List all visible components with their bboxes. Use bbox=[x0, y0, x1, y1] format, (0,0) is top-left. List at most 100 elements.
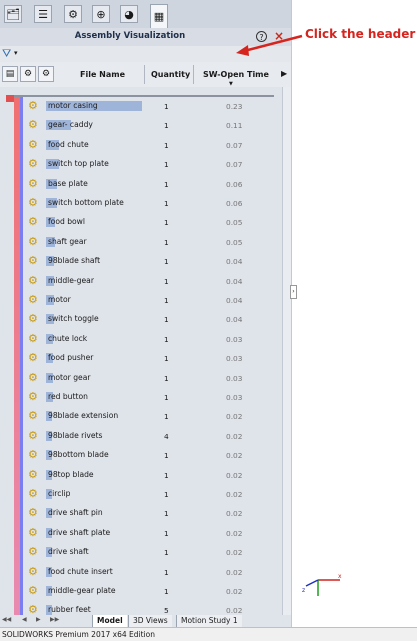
list-item[interactable]: ⚙ switch top plate 1 0.07 bbox=[24, 155, 274, 174]
quantity-cell: 1 bbox=[164, 296, 169, 305]
tab-model[interactable]: Model bbox=[92, 615, 127, 627]
display-manager-tab[interactable]: ◕ bbox=[120, 5, 138, 23]
assembly-visualization-panel: 🗂 ☰ ⚙ ⊕ ◕ ▦ Assembly Visualization ? × ⛛… bbox=[0, 0, 291, 627]
part-icon: ⚙ bbox=[28, 603, 38, 615]
file-name-cell: red button bbox=[48, 392, 88, 401]
file-name-cell: chute lock bbox=[48, 333, 88, 343]
panel-splitter-handle[interactable]: › bbox=[290, 285, 297, 299]
column-separator[interactable] bbox=[144, 65, 145, 84]
column-header-file-name[interactable]: File Name bbox=[80, 70, 125, 79]
part-icon: ⚙ bbox=[28, 428, 38, 442]
configuration-manager-tab[interactable]: ⚙ bbox=[64, 5, 82, 23]
quantity-cell: 1 bbox=[164, 354, 169, 364]
list-view-button[interactable]: ▤ bbox=[2, 66, 18, 82]
file-name-cell: motor gear bbox=[48, 372, 91, 382]
slider-marker[interactable] bbox=[6, 95, 14, 102]
first-tab-arrow-icon[interactable]: ◀◀ bbox=[2, 616, 11, 623]
list-item[interactable]: ⚙ switch toggle 1 0.04 bbox=[24, 310, 274, 329]
open-time-cell: 0.02 bbox=[226, 587, 243, 596]
filter-icon[interactable]: ⛛ bbox=[2, 47, 11, 61]
column-header-sw-open-time[interactable]: SW-Open Time bbox=[203, 70, 269, 79]
assembly-visualization-icon: ▦ bbox=[153, 10, 165, 23]
part-icon: ⚙ bbox=[28, 467, 38, 481]
open-time-cell: 0.03 bbox=[226, 354, 243, 364]
open-time-cell: 0.02 bbox=[226, 567, 243, 577]
list-item[interactable]: ⚙ red button 1 0.03 bbox=[24, 388, 274, 407]
list-item[interactable]: ⚙ switch bottom plate 1 0.06 bbox=[24, 194, 274, 213]
list-item[interactable]: ⚙ rubber feet 5 0.02 bbox=[24, 601, 274, 615]
list-item[interactable]: ⚙ drive shaft plate 1 0.02 bbox=[24, 524, 274, 543]
open-time-cell: 0.02 bbox=[226, 509, 243, 519]
open-time-cell: 0.02 bbox=[226, 528, 243, 538]
file-name-cell: drive shaft plate bbox=[48, 527, 111, 537]
open-time-cell: 0.06 bbox=[226, 179, 243, 189]
filter-dropdown-icon[interactable]: ▾ bbox=[14, 49, 18, 57]
list-item[interactable]: ⚙ food chute 1 0.07 bbox=[24, 136, 274, 155]
quantity-cell: 1 bbox=[164, 199, 169, 208]
feature-manager-tab[interactable]: 🗂 bbox=[4, 5, 22, 23]
list-item[interactable]: ⚙ base plate 1 0.06 bbox=[24, 175, 274, 194]
open-time-cell: 0.04 bbox=[226, 296, 243, 305]
manager-tabs: 🗂 ☰ ⚙ ⊕ ◕ ▦ bbox=[0, 0, 291, 29]
assembly-visualization-tab[interactable]: ▦ bbox=[150, 4, 168, 28]
list-view-icon: ▤ bbox=[5, 69, 15, 79]
last-tab-arrow-icon[interactable]: ▶▶ bbox=[50, 616, 59, 623]
file-name-cell: food bowl bbox=[48, 217, 85, 227]
scroll-right-icon[interactable]: ▶ bbox=[281, 69, 287, 78]
part-icon: ⚙ bbox=[28, 196, 38, 209]
open-time-cell: 0.03 bbox=[226, 393, 243, 402]
prev-tab-arrow-icon[interactable]: ◀ bbox=[22, 616, 27, 623]
tab-3d-views[interactable]: 3D Views bbox=[128, 615, 172, 627]
quantity-cell: 1 bbox=[164, 509, 169, 519]
vertical-scrollbar[interactable] bbox=[282, 87, 291, 615]
list-item[interactable]: ⚙ motor 1 0.04 bbox=[24, 291, 274, 310]
list-item[interactable]: ⚙ middle-gear plate 1 0.02 bbox=[24, 582, 274, 601]
list-item[interactable]: ⚙ 98blade extension 1 0.02 bbox=[24, 407, 274, 426]
file-name-cell: middle-gear bbox=[48, 275, 94, 285]
list-item[interactable]: ⚙ food chute insert 1 0.02 bbox=[24, 563, 274, 582]
quantity-cell: 1 bbox=[164, 276, 169, 286]
list-item[interactable]: ⚙ food pusher 1 0.03 bbox=[24, 349, 274, 368]
column-separator[interactable] bbox=[193, 65, 194, 84]
list-item[interactable]: ⚙ drive shaft 1 0.02 bbox=[24, 543, 274, 562]
next-tab-arrow-icon[interactable]: ▶ bbox=[36, 616, 41, 623]
column-header-quantity[interactable]: Quantity bbox=[151, 70, 190, 79]
list-item[interactable]: ⚙ 98blade rivets 4 0.02 bbox=[24, 427, 274, 446]
list-item[interactable]: ⚙ shaft gear 1 0.05 bbox=[24, 233, 274, 252]
svg-text:x: x bbox=[338, 573, 342, 580]
open-time-cell: 0.11 bbox=[226, 121, 243, 131]
list-item[interactable]: ⚙ 98blade shaft 1 0.04 bbox=[24, 252, 274, 271]
part-icon: ⚙ bbox=[28, 157, 38, 171]
list-item[interactable]: ⚙ chute lock 1 0.03 bbox=[24, 330, 274, 349]
list-item[interactable]: ⚙ motor gear 1 0.03 bbox=[24, 369, 274, 388]
tab-motion-study-1[interactable]: Motion Study 1 bbox=[176, 615, 242, 627]
quantity-cell: 1 bbox=[164, 257, 169, 267]
property-manager-tab[interactable]: ☰ bbox=[34, 5, 52, 23]
file-name-cell: motor bbox=[48, 295, 71, 304]
graphics-area[interactable] bbox=[291, 0, 417, 627]
dimxpert-tab[interactable]: ⊕ bbox=[92, 5, 110, 23]
list-item[interactable]: ⚙ gear- caddy 1 0.11 bbox=[24, 116, 274, 135]
list-item[interactable]: ⚙ middle-gear 1 0.04 bbox=[24, 272, 274, 291]
list-item[interactable]: ⚙ circlip 1 0.02 bbox=[24, 485, 274, 504]
list-item[interactable]: ⚙ motor casing 1 0.23 bbox=[24, 97, 274, 116]
part-icon: ⚙ bbox=[28, 584, 38, 597]
list-item[interactable]: ⚙ 98top blade 1 0.02 bbox=[24, 466, 274, 485]
file-name-cell: switch bottom plate bbox=[48, 198, 124, 207]
part-icon: ⚙ bbox=[28, 525, 38, 539]
quantity-cell: 1 bbox=[164, 373, 169, 383]
open-time-cell: 0.02 bbox=[226, 470, 243, 480]
quantity-cell: 1 bbox=[164, 470, 169, 480]
list-item[interactable]: ⚙ drive shaft pin 1 0.02 bbox=[24, 504, 274, 523]
list-item[interactable]: ⚙ 98bottom blade 1 0.02 bbox=[24, 446, 274, 465]
part-icon: ⚙ bbox=[28, 312, 38, 326]
part-icon: ⚙ bbox=[28, 99, 38, 112]
part-icon: ⚙ bbox=[28, 118, 38, 132]
list-item[interactable]: ⚙ food bowl 1 0.05 bbox=[24, 213, 274, 232]
quantity-cell: 1 bbox=[164, 490, 169, 499]
column-options-button[interactable]: ⚙ bbox=[38, 66, 54, 82]
group-view-button[interactable]: ⚙ bbox=[20, 66, 36, 82]
open-time-cell: 0.06 bbox=[226, 199, 243, 208]
part-icon: ⚙ bbox=[28, 564, 38, 578]
quantity-cell: 1 bbox=[164, 140, 169, 150]
